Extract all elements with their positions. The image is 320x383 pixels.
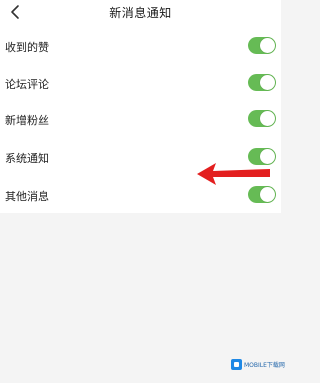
setting-row-new-followers: 新增粉丝: [0, 100, 281, 138]
setting-label: 新增粉丝: [5, 114, 49, 127]
new-followers-toggle[interactable]: [248, 110, 276, 127]
setting-row-forum-comments: 论坛评论: [0, 64, 281, 102]
likes-toggle[interactable]: [248, 37, 276, 54]
toggle-knob: [260, 187, 275, 202]
setting-label: 其他消息: [5, 190, 49, 203]
annotation-arrow-icon: [197, 163, 270, 185]
watermark: MOBILE下载网: [231, 358, 285, 372]
forum-comments-toggle[interactable]: [248, 74, 276, 91]
setting-label: 收到的赞: [5, 41, 49, 54]
setting-label: 系统通知: [5, 152, 49, 165]
other-messages-toggle[interactable]: [248, 186, 276, 203]
toggle-knob: [260, 38, 275, 53]
toggle-knob: [260, 111, 275, 126]
toggle-knob: [260, 75, 275, 90]
page-title: 新消息通知: [109, 6, 172, 20]
watermark-logo-icon: [231, 359, 242, 370]
setting-label: 论坛评论: [5, 78, 49, 91]
setting-row-likes: 收到的赞: [0, 27, 281, 65]
top-bar: 新消息通知: [0, 0, 281, 24]
watermark-text: MOBILE下载网: [244, 362, 285, 369]
